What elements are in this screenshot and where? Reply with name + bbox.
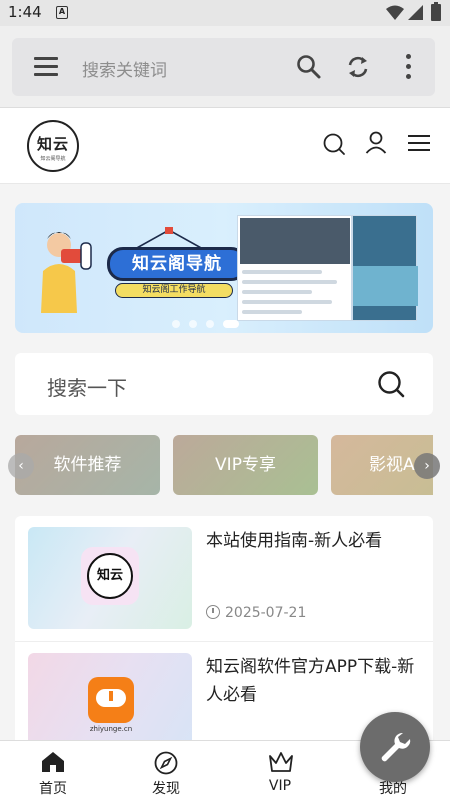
clock-icon: [206, 605, 220, 619]
cloud-download-icon: [88, 677, 134, 723]
logo-text: 知云: [36, 135, 69, 153]
banner-carousel[interactable]: 知云阁导航 知云阁工作导航: [15, 203, 433, 333]
signal-icon: [408, 5, 423, 20]
megaphone-person-illustration: [41, 232, 92, 313]
wrench-icon: [381, 732, 411, 762]
menu-icon[interactable]: [408, 135, 430, 153]
battery-icon: [431, 2, 441, 21]
nav-home-label: 首页: [39, 781, 67, 797]
thumb-caption: zhiyunge.cn: [89, 725, 133, 733]
category-carousel: 软件推荐 VIP专享 影视A: [15, 435, 433, 495]
carousel-indicator: [172, 313, 248, 332]
site-header: 知云 知云阁导航: [0, 108, 450, 184]
nav-home[interactable]: 首页: [8, 741, 98, 799]
search-icon[interactable]: [377, 370, 405, 398]
category-vip[interactable]: VIP专享: [173, 435, 318, 495]
search-icon[interactable]: [296, 54, 322, 80]
notification-icon: A: [56, 6, 68, 19]
carousel-dot[interactable]: [189, 320, 197, 328]
more-vert-icon[interactable]: [405, 54, 413, 80]
carousel-dot-active[interactable]: [223, 320, 239, 328]
post-date: 2025-07-21: [206, 605, 306, 621]
post-date-text: 2025-07-21: [225, 605, 307, 621]
site-search-input[interactable]: 搜索一下: [47, 372, 127, 401]
post-title[interactable]: 知云阁软件官方APP下载-新人必看: [206, 653, 421, 709]
site-search-box[interactable]: 搜索一下: [15, 353, 433, 415]
post-title[interactable]: 本站使用指南-新人必看: [206, 527, 421, 555]
search-icon[interactable]: [322, 132, 346, 156]
address-search-input[interactable]: 搜索关键词: [82, 56, 167, 81]
nav-discover[interactable]: 发现: [121, 741, 211, 799]
carousel-dot[interactable]: [172, 320, 180, 328]
category-software[interactable]: 软件推荐: [15, 435, 160, 495]
wifi-icon: [386, 5, 404, 20]
crown-icon: [269, 752, 293, 772]
nav-vip[interactable]: VIP: [235, 741, 325, 799]
status-time: 1:44: [8, 3, 42, 21]
nav-discover-label: 发现: [152, 781, 180, 797]
app-screenshot-preview: [237, 215, 352, 321]
compass-icon: [154, 751, 178, 775]
chevron-left-icon[interactable]: ‹: [8, 453, 34, 479]
list-item[interactable]: 知云 本站使用指南-新人必看 2025-07-21: [15, 516, 433, 640]
browser-toolbar: 搜索关键词: [0, 26, 450, 108]
thumb-logo-text: 知云: [96, 568, 123, 583]
banner-subtitle: 知云阁工作导航: [115, 283, 233, 298]
site-logo[interactable]: 知云 知云阁导航: [27, 120, 79, 172]
status-bar: 1:44 A: [0, 0, 450, 26]
tools-fab-button[interactable]: [360, 712, 430, 782]
site-logo-thumbnail: 知云: [81, 547, 139, 605]
menu-icon[interactable]: [34, 57, 58, 77]
user-icon[interactable]: [365, 131, 387, 155]
refresh-icon[interactable]: [345, 54, 371, 80]
logo-subtext: 知云阁导航: [40, 156, 66, 162]
chevron-right-icon[interactable]: ›: [414, 453, 440, 479]
post-thumbnail[interactable]: 知云: [28, 527, 192, 629]
banner-title: 知云阁导航: [107, 247, 247, 281]
sign-hanger: [134, 227, 204, 249]
nav-vip-label: VIP: [268, 778, 292, 794]
carousel-dot[interactable]: [206, 320, 214, 328]
home-icon: [42, 752, 64, 772]
address-bar: 搜索关键词: [12, 38, 435, 96]
app-screenshot-preview-2: [352, 215, 418, 321]
